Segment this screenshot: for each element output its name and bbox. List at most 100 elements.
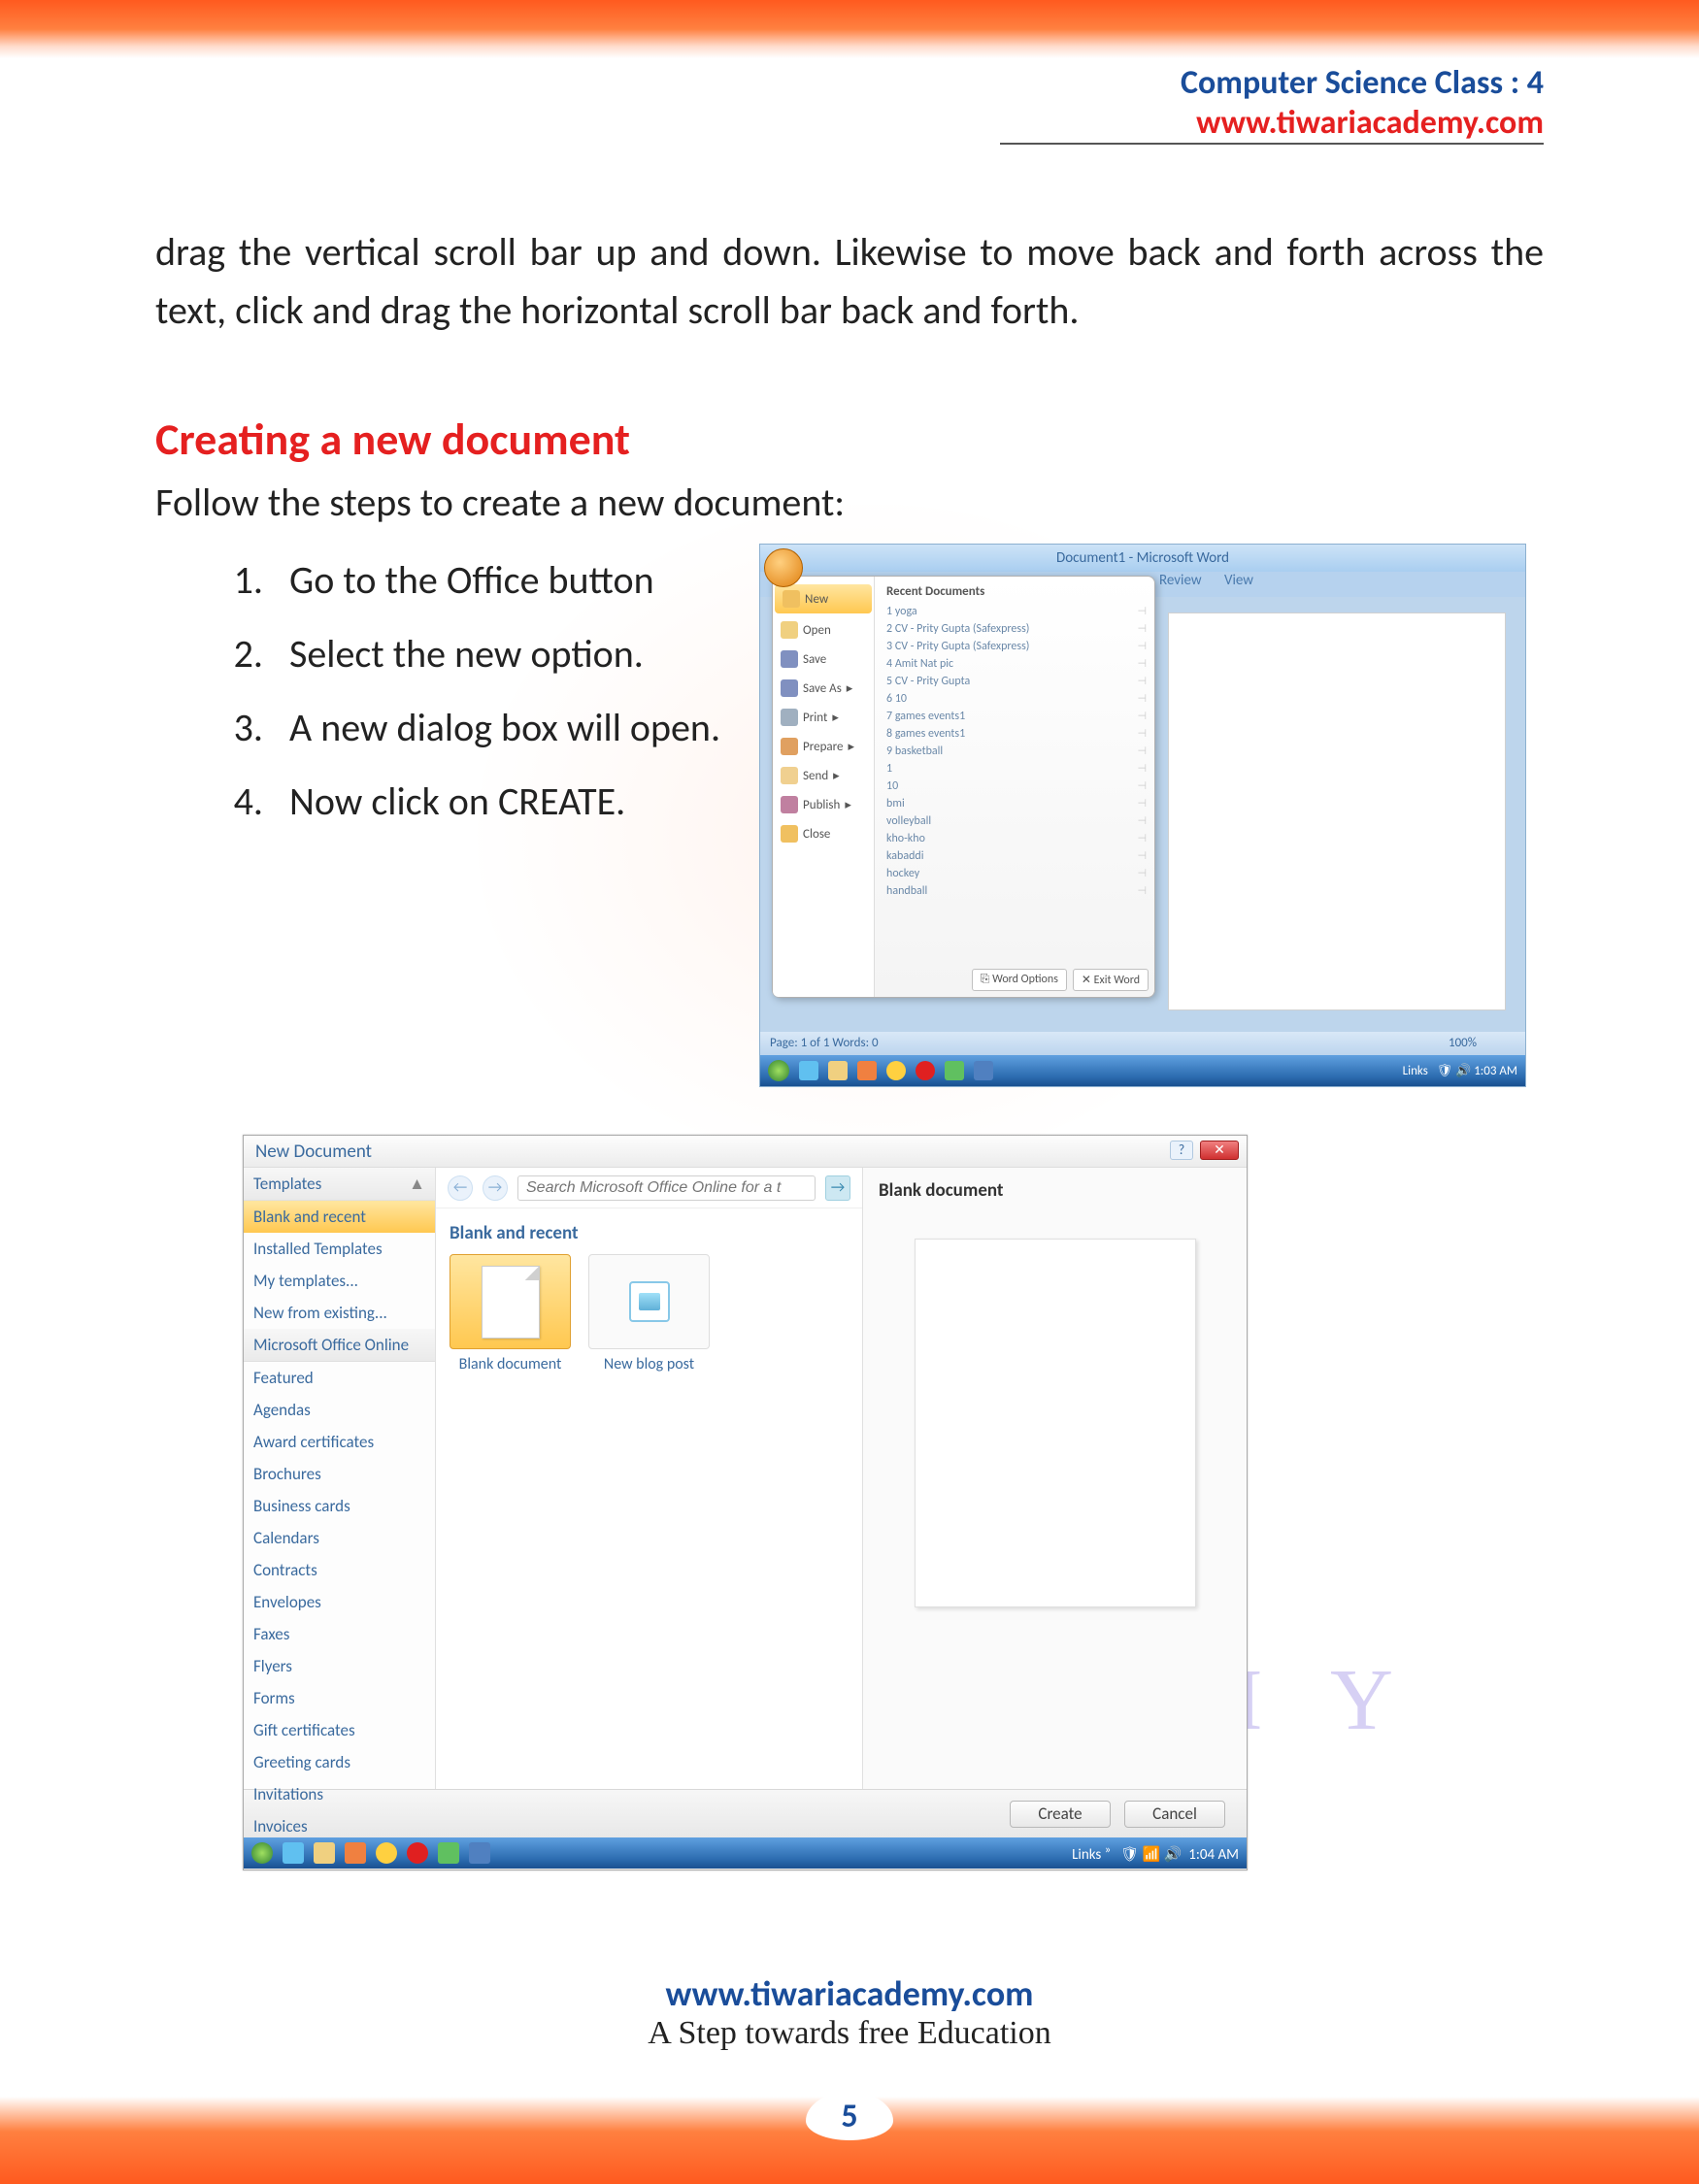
recent-item[interactable]: 3 CV - Prity Gupta (Safexpress)⊣ [886, 638, 1147, 655]
search-input[interactable] [517, 1175, 816, 1201]
word-titlebar: Document1 - Microsoft Word [760, 545, 1525, 572]
sidebar-item[interactable]: Invitations [244, 1778, 435, 1810]
header-class: Computer Science Class : 4 [1000, 63, 1544, 103]
folder-icon[interactable] [828, 1061, 848, 1080]
templates-main: ← → → Blank and recent Blank document Ne… [436, 1168, 863, 1789]
recent-item[interactable]: 1 yoga⊣ [886, 603, 1147, 620]
menu-open[interactable]: Open [773, 615, 874, 645]
recent-item[interactable]: volleyball⊣ [886, 812, 1147, 830]
sidebar-item[interactable]: Featured [244, 1362, 435, 1394]
menu-prepare[interactable]: Prepare ▸ [773, 732, 874, 761]
sidebar-item[interactable]: Gift certificates [244, 1714, 435, 1746]
menu-save[interactable]: Save [773, 645, 874, 674]
ie-icon[interactable] [799, 1061, 818, 1080]
sidebar-item[interactable]: Brochures [244, 1458, 435, 1490]
footer-url: www.tiwariacademy.com [0, 1972, 1699, 2015]
dialog-body: Templates ▲ Blank and recent Installed T… [244, 1168, 1247, 1789]
chrome-icon[interactable] [376, 1842, 397, 1864]
header-url: www.tiwariacademy.com [1000, 103, 1544, 143]
recent-item[interactable]: 2 CV - Prity Gupta (Safexpress)⊣ [886, 620, 1147, 638]
sidebar-item[interactable]: My templates... [244, 1265, 435, 1297]
word-options-button[interactable]: ⎘ Word Options [972, 969, 1067, 991]
tray-icons[interactable]: 🛡 🔊 [1437, 1064, 1472, 1078]
menu-print[interactable]: Print ▸ [773, 703, 874, 732]
office-button-icon[interactable] [764, 548, 803, 587]
document-area[interactable] [1168, 612, 1506, 1010]
sidebar-item[interactable]: Flyers [244, 1650, 435, 1682]
recent-item[interactable]: 8 games events1⊣ [886, 725, 1147, 743]
preview-header: Blank document [863, 1168, 1247, 1209]
step-item: Now click on CREATE. [272, 765, 720, 839]
menu-new[interactable]: New [775, 584, 872, 613]
word-icon[interactable] [469, 1842, 490, 1864]
opera-icon[interactable] [916, 1061, 935, 1080]
recent-item[interactable]: 6 10⊣ [886, 690, 1147, 708]
app-icon[interactable] [857, 1061, 877, 1080]
close-icon[interactable]: ✕ [1200, 1141, 1239, 1160]
recent-item[interactable]: 9 basketball⊣ [886, 743, 1147, 760]
recent-item[interactable]: 7 games events1⊣ [886, 708, 1147, 725]
sidebar-item[interactable]: New from existing... [244, 1297, 435, 1329]
recent-item[interactable]: bmi⊣ [886, 795, 1147, 812]
menu-close[interactable]: Close [773, 819, 874, 848]
sidebar-item[interactable]: Invoices [244, 1810, 435, 1842]
dialog-titlebar: New Document ? ✕ [244, 1136, 1247, 1168]
templates-grid: Blank document New blog post [436, 1254, 862, 1373]
status-zoom[interactable]: 100% [1449, 1032, 1477, 1055]
tab-view[interactable]: View [1224, 572, 1253, 589]
back-icon[interactable]: ← [448, 1175, 473, 1201]
sidebar-item[interactable]: Calendars [244, 1522, 435, 1554]
help-icon[interactable]: ? [1170, 1141, 1193, 1160]
start-icon[interactable] [768, 1060, 789, 1081]
forward-icon[interactable]: → [483, 1175, 508, 1201]
excel-icon[interactable] [438, 1842, 459, 1864]
recent-item[interactable]: kho-kho⊣ [886, 830, 1147, 847]
dialog-title: New Document [255, 1141, 372, 1163]
chrome-icon[interactable] [886, 1061, 906, 1080]
word-icon[interactable] [974, 1061, 993, 1080]
template-blank-document[interactable]: Blank document [450, 1254, 571, 1373]
recent-item[interactable]: hockey⊣ [886, 865, 1147, 882]
section-header: Blank and recent [436, 1208, 862, 1254]
sidebar-item[interactable]: Business cards [244, 1490, 435, 1522]
start-icon[interactable] [251, 1842, 273, 1864]
links-label[interactable]: Links [1403, 1064, 1428, 1078]
status-left: Page: 1 of 1 Words: 0 [770, 1032, 879, 1055]
tab-review[interactable]: Review [1159, 572, 1202, 589]
sidebar-item[interactable]: Envelopes [244, 1586, 435, 1618]
recent-item[interactable]: handball⊣ [886, 882, 1147, 900]
folder-icon[interactable] [314, 1842, 335, 1864]
search-go-icon[interactable]: → [825, 1175, 850, 1201]
sidebar-item[interactable]: Greeting cards [244, 1746, 435, 1778]
recent-item[interactable]: kabaddi⊣ [886, 847, 1147, 865]
tray-icons[interactable]: 🛡 📶 🔊 [1120, 1846, 1182, 1864]
menu-send[interactable]: Send ▸ [773, 761, 874, 790]
steps-intro: Follow the steps to create a new documen… [155, 479, 1544, 526]
links-label[interactable]: Links [1072, 1846, 1101, 1864]
opera-icon[interactable] [407, 1842, 428, 1864]
templates-sidebar: Templates ▲ Blank and recent Installed T… [244, 1168, 436, 1789]
sidebar-item[interactable]: Award certificates [244, 1426, 435, 1458]
sidebar-item[interactable]: Contracts [244, 1554, 435, 1586]
ie-icon[interactable] [283, 1842, 304, 1864]
template-new-blog-post[interactable]: New blog post [588, 1254, 710, 1373]
sidebar-item-blank-recent[interactable]: Blank and recent [244, 1201, 435, 1233]
excel-icon[interactable] [945, 1061, 964, 1080]
app-icon[interactable] [345, 1842, 366, 1864]
sidebar-item[interactable]: Agendas [244, 1394, 435, 1426]
sidebar-subheader: Microsoft Office Online [244, 1329, 435, 1362]
recent-item[interactable]: 5 CV - Prity Gupta⊣ [886, 673, 1147, 690]
recent-item[interactable]: 1⊣ [886, 760, 1147, 778]
sidebar-item[interactable]: Faxes [244, 1618, 435, 1650]
cancel-button[interactable]: Cancel [1124, 1801, 1225, 1828]
sidebar-item[interactable]: Forms [244, 1682, 435, 1714]
taskbar-left [768, 1060, 993, 1081]
steps-row: Go to the Office button Select the new o… [155, 544, 1544, 1087]
sidebar-item[interactable]: Installed Templates [244, 1233, 435, 1265]
exit-word-button[interactable]: ✕ Exit Word [1073, 969, 1149, 991]
menu-publish[interactable]: Publish ▸ [773, 790, 874, 819]
create-button[interactable]: Create [1010, 1801, 1111, 1828]
recent-item[interactable]: 10⊣ [886, 778, 1147, 795]
menu-save-as[interactable]: Save As ▸ [773, 674, 874, 703]
recent-item[interactable]: 4 Amit Nat pic⊣ [886, 655, 1147, 673]
